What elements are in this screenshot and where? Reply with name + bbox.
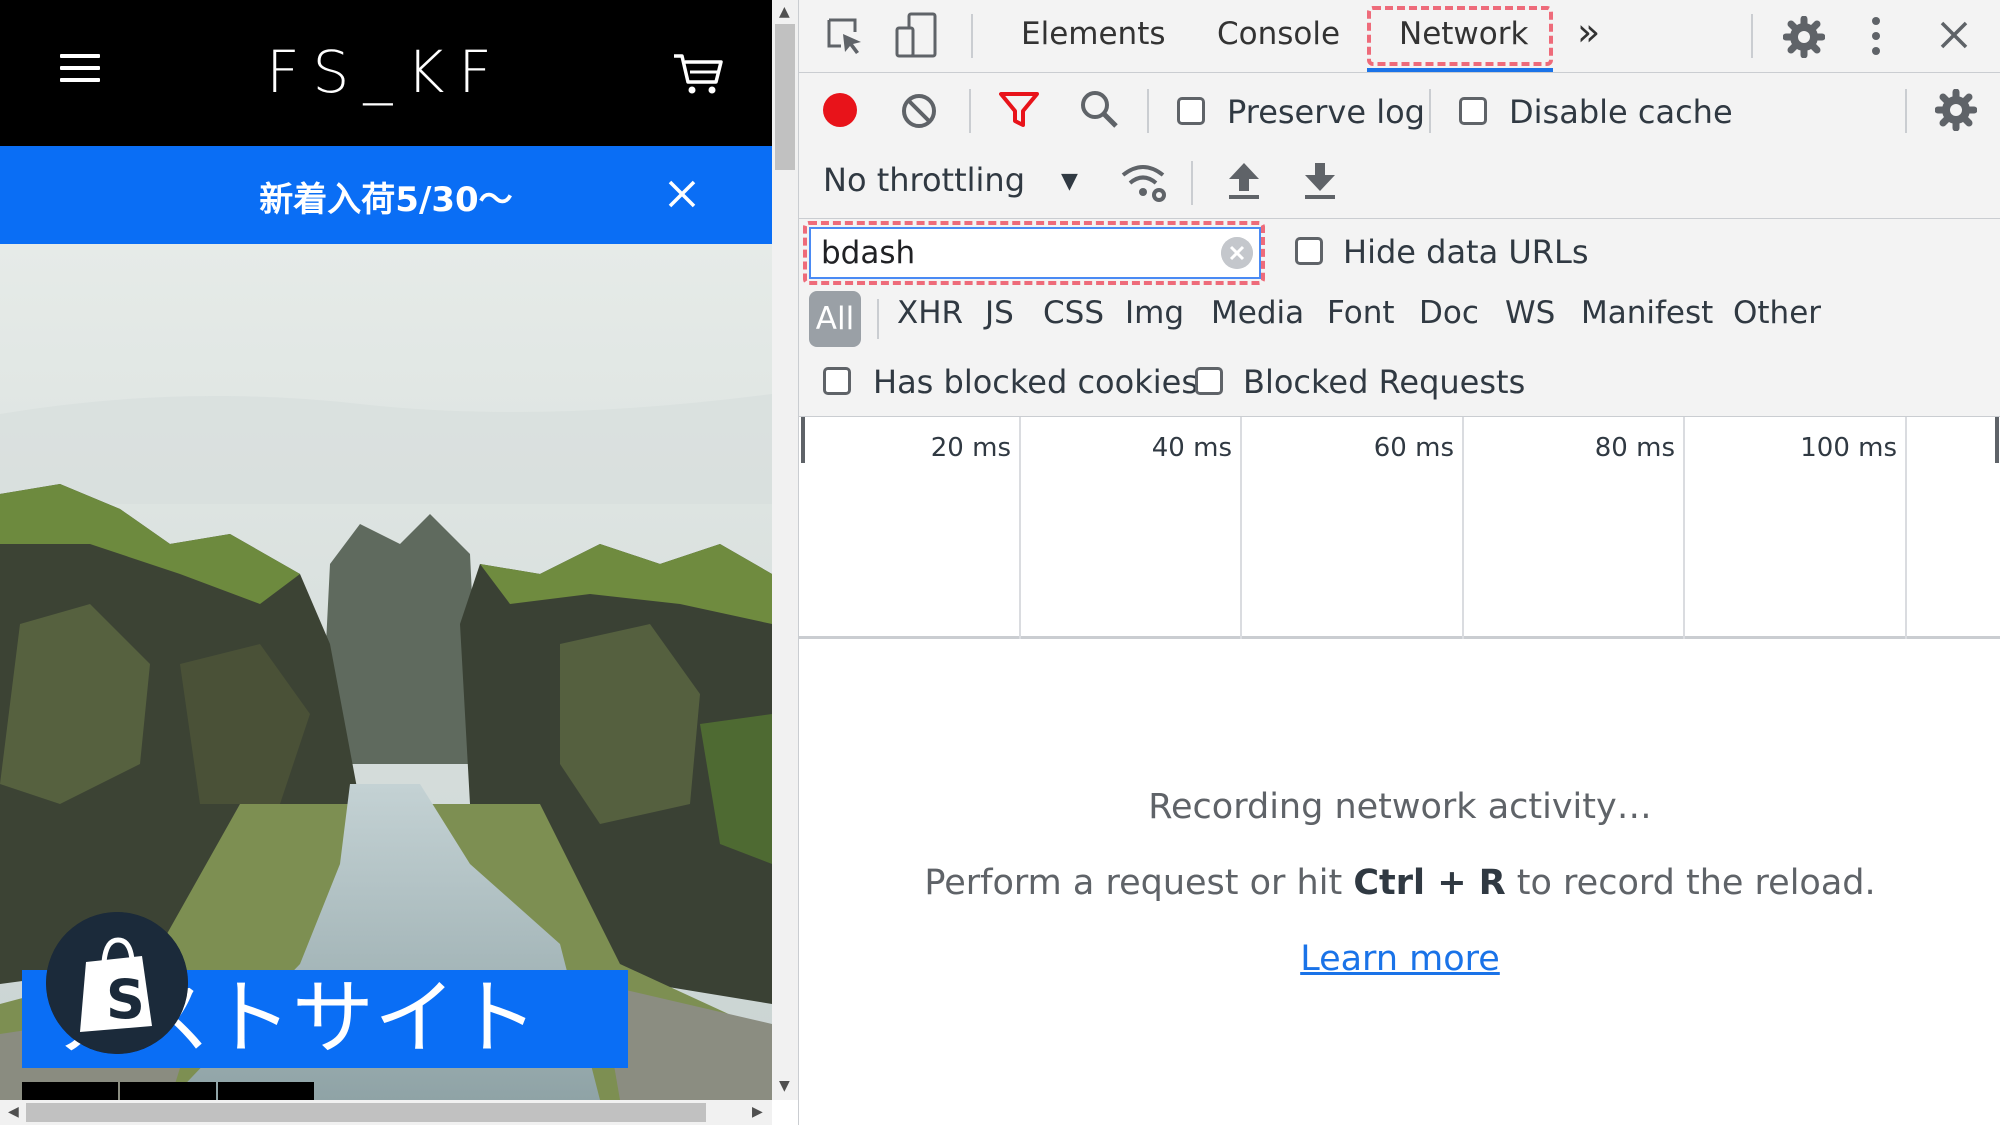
export-har-icon[interactable] <box>1303 161 1337 201</box>
devtools-tabbar: Elements Console Network » <box>799 0 2000 73</box>
timeline-overview[interactable]: 20 ms 40 ms 60 ms 80 ms 100 ms <box>799 417 2000 639</box>
site-logo[interactable]: FS_KF <box>0 38 772 106</box>
type-filter-all[interactable]: All <box>809 291 861 347</box>
tab-elements[interactable]: Elements <box>1021 16 1166 52</box>
more-options-icon[interactable] <box>1871 16 1881 56</box>
separator <box>1429 89 1431 133</box>
timeline-gridline <box>801 417 805 463</box>
timeline-gridline <box>1462 417 1464 639</box>
hero-image: テストサイト S <box>0 244 772 1100</box>
separator <box>1905 89 1907 133</box>
reload-hint-suffix: to record the reload. <box>1505 863 1876 903</box>
disable-cache-checkbox[interactable] <box>1459 97 1487 125</box>
close-devtools-icon[interactable] <box>1939 20 1969 50</box>
type-filter-xhr[interactable]: XHR <box>897 295 963 331</box>
filter-toolbar: Hide data URLs All XHR JS CSS Img Media … <box>799 219 2000 417</box>
filter-icon[interactable] <box>999 91 1039 129</box>
tab-console[interactable]: Console <box>1217 16 1340 52</box>
network-conditions-icon[interactable] <box>1119 161 1169 205</box>
timeline-tick-label: 20 ms <box>930 433 1011 463</box>
settings-icon[interactable] <box>1783 16 1825 58</box>
chevron-down-icon[interactable]: ▼ <box>1061 169 1078 194</box>
timeline-tick-label: 100 ms <box>1800 433 1897 463</box>
reload-hint-prefix: Perform a request or hit <box>924 863 1354 903</box>
type-filter-doc[interactable]: Doc <box>1419 295 1479 331</box>
learn-more-link[interactable]: Learn more <box>799 939 2000 979</box>
search-icon[interactable] <box>1079 89 1119 129</box>
has-blocked-cookies-label: Has blocked cookies <box>873 363 1198 401</box>
disable-cache-label: Disable cache <box>1509 93 1733 131</box>
announcement-bar: 新着入荷5/30〜 <box>0 146 772 244</box>
network-settings-icon[interactable] <box>1935 89 1977 131</box>
separator <box>971 14 973 58</box>
timeline-tick-label: 80 ms <box>1594 433 1675 463</box>
separator <box>877 299 879 339</box>
scroll-down-icon[interactable]: ▼ <box>779 1078 790 1094</box>
separator <box>1751 14 1753 58</box>
hide-data-urls-label: Hide data URLs <box>1343 233 1589 271</box>
record-icon[interactable] <box>821 91 859 129</box>
timeline-gridline <box>1995 417 1999 463</box>
slide-indicator[interactable] <box>22 1082 118 1100</box>
preserve-log-checkbox[interactable] <box>1177 97 1205 125</box>
site-preview: FS_KF 新着入荷5/30〜 テストサイト S ◀ ▶ <box>0 0 772 1125</box>
clear-icon[interactable] <box>901 93 937 129</box>
blocked-requests-checkbox[interactable] <box>1195 367 1223 395</box>
reload-shortcut: Ctrl + R <box>1353 863 1506 903</box>
scroll-up-icon[interactable]: ▲ <box>779 4 790 20</box>
device-toolbar-icon[interactable] <box>895 12 939 58</box>
throttling-select[interactable]: No throttling <box>823 161 1025 199</box>
timeline-gridline <box>1905 417 1907 639</box>
timeline-gridline <box>1019 417 1021 639</box>
preserve-log-label: Preserve log <box>1227 93 1425 131</box>
cart-icon[interactable] <box>672 50 724 96</box>
network-tab-highlight <box>1367 6 1553 66</box>
throttling-toolbar: No throttling ▼ <box>799 149 2000 219</box>
slide-indicator[interactable] <box>120 1082 216 1100</box>
timeline-tick-label: 60 ms <box>1373 433 1454 463</box>
separator <box>1191 161 1193 205</box>
shopify-icon[interactable]: S <box>46 912 188 1054</box>
separator <box>969 89 971 133</box>
type-filter-media[interactable]: Media <box>1211 295 1304 331</box>
timeline-tick-label: 40 ms <box>1151 433 1232 463</box>
type-filter-ws[interactable]: WS <box>1505 295 1555 331</box>
announcement-text: 新着入荷5/30〜 <box>259 180 513 220</box>
reload-hint: Perform a request or hit Ctrl + R to rec… <box>799 863 2000 903</box>
slide-indicator[interactable] <box>218 1082 314 1100</box>
network-empty-state: Recording network activity… Perform a re… <box>799 639 2000 1125</box>
type-filter-font[interactable]: Font <box>1327 295 1395 331</box>
type-filter-css[interactable]: CSS <box>1043 295 1104 331</box>
close-icon[interactable] <box>664 176 700 212</box>
timeline-gridline <box>1240 417 1242 639</box>
network-toolbar: Preserve log Disable cache <box>799 73 2000 149</box>
inspect-element-icon[interactable] <box>825 16 865 56</box>
type-filter-js[interactable]: JS <box>985 295 1014 331</box>
import-har-icon[interactable] <box>1227 161 1261 201</box>
has-blocked-cookies-checkbox[interactable] <box>823 367 851 395</box>
scroll-right-icon[interactable]: ▶ <box>752 1104 763 1120</box>
timeline-gridline <box>1683 417 1685 639</box>
site-header: FS_KF <box>0 0 772 146</box>
scrollbar-thumb[interactable] <box>26 1103 706 1122</box>
blocked-requests-label: Blocked Requests <box>1243 363 1526 401</box>
recording-message: Recording network activity… <box>1148 787 1652 827</box>
type-filter-other[interactable]: Other <box>1733 295 1821 331</box>
type-filter-manifest[interactable]: Manifest <box>1581 295 1713 331</box>
active-tab-underline <box>1367 68 1553 72</box>
type-filter-img[interactable]: Img <box>1125 295 1184 331</box>
filter-highlight <box>803 221 1265 285</box>
separator <box>1147 89 1149 133</box>
hide-data-urls-checkbox[interactable] <box>1295 237 1323 265</box>
devtools-panel: Elements Console Network » Preserve log … <box>798 0 2000 1125</box>
svg-text:S: S <box>106 968 145 1031</box>
more-tabs-icon[interactable]: » <box>1577 10 1600 54</box>
scrollbar-thumb[interactable] <box>775 24 795 170</box>
scroll-left-icon[interactable]: ◀ <box>8 1104 19 1120</box>
